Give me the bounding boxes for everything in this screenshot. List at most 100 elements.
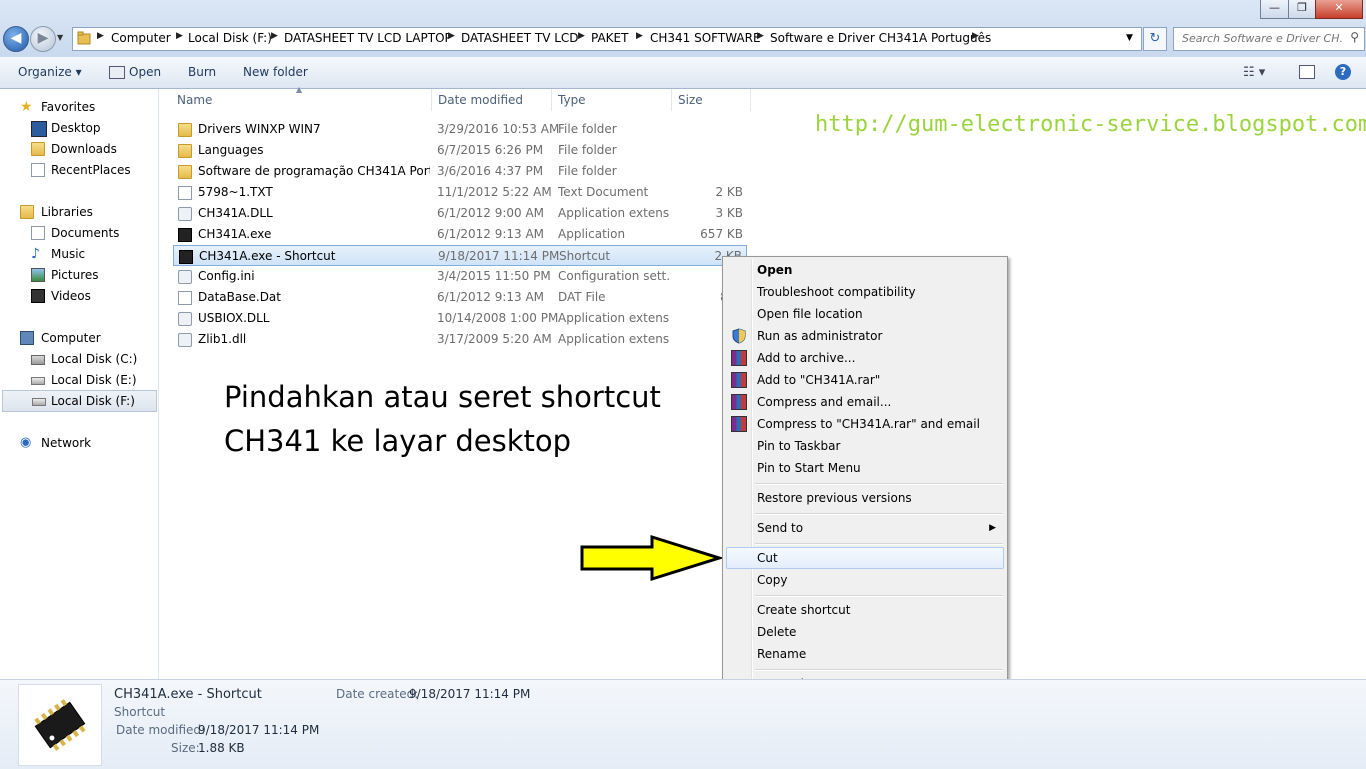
menu-send-to[interactable]: Send to ▶ (726, 517, 1004, 539)
details-size: 1.88 KB (198, 741, 245, 755)
winrar-icon (731, 394, 747, 410)
column-divider[interactable] (671, 89, 672, 111)
menu-troubleshoot[interactable]: Troubleshoot compatibility (726, 281, 1004, 303)
open-icon (109, 66, 125, 79)
preview-pane-icon[interactable] (1299, 65, 1315, 79)
file-row[interactable]: Software de programação CH341A Portu... … (173, 161, 747, 182)
breadcrumb-paket[interactable]: PAKET (591, 31, 628, 45)
menu-create-shortcut[interactable]: Create shortcut (726, 599, 1004, 621)
nav-pictures[interactable]: Pictures (0, 265, 156, 285)
breadcrumb-current-folder[interactable]: Software e Driver CH341A Português (770, 31, 991, 45)
search-icon: ⚲ (1350, 30, 1359, 44)
nav-favorites[interactable]: ★ Favorites (0, 97, 156, 117)
recent-locations-dropdown[interactable]: ▼ (57, 33, 63, 42)
file-row[interactable]: Languages 6/7/2015 6:26 PM File folder (173, 140, 747, 161)
menu-delete[interactable]: Delete (726, 621, 1004, 643)
close-button[interactable]: ✕ (1315, 0, 1363, 19)
open-button[interactable]: Open (129, 65, 161, 79)
nav-downloads[interactable]: Downloads (0, 139, 156, 159)
menu-compress-rar-email[interactable]: Compress to "CH341A.rar" and email (726, 413, 1004, 435)
nav-documents[interactable]: Documents (0, 223, 156, 243)
recent-places-icon (31, 163, 45, 177)
menu-rename[interactable]: Rename (726, 643, 1004, 665)
address-box[interactable]: ▶ Computer ▶ Local Disk (F:) ▶ DATASHEET… (72, 27, 1142, 51)
breadcrumb-datasheet-lcd[interactable]: DATASHEET TV LCD (461, 31, 579, 45)
nav-recentplaces[interactable]: RecentPlaces (0, 160, 156, 180)
file-type: Application extens... (558, 332, 670, 346)
file-row[interactable]: CH341A.exe 6/1/2012 9:13 AM Application … (173, 224, 747, 245)
nav-computer[interactable]: Computer (0, 328, 156, 348)
view-options-icon[interactable]: ☷ ▾ (1243, 65, 1265, 80)
breadcrumb-computer[interactable]: Computer (111, 31, 171, 45)
menu-separator (755, 543, 1003, 545)
breadcrumb-separator-icon: ▶ (972, 31, 979, 41)
dll-icon (178, 312, 192, 326)
address-dropdown-icon[interactable]: ▼ (1126, 33, 1133, 43)
chip-app-icon (178, 228, 192, 242)
new-folder-button[interactable]: New folder (243, 65, 308, 79)
file-row-selected[interactable]: CH341A.exe - Shortcut 9/18/2017 11:14 PM… (173, 245, 747, 266)
burn-button[interactable]: Burn (188, 65, 216, 79)
nav-label: Computer (41, 331, 101, 345)
menu-label: Open file location (757, 307, 863, 321)
breadcrumb-datasheet-laptop[interactable]: DATASHEET TV LCD LAPTOP (284, 31, 452, 45)
winrar-icon (731, 372, 747, 388)
breadcrumb-local-disk-f[interactable]: Local Disk (F:) (188, 31, 272, 45)
file-row[interactable]: DataBase.Dat 6/1/2012 9:13 AM DAT File 8… (173, 287, 747, 308)
file-thumbnail (18, 684, 102, 766)
file-name: CH341A.DLL (198, 206, 273, 220)
nav-local-disk-c[interactable]: Local Disk (C:) (0, 349, 156, 369)
refresh-button[interactable]: ↻ (1143, 27, 1167, 51)
nav-videos[interactable]: Videos (0, 286, 156, 306)
back-button[interactable]: ◀ (3, 26, 29, 52)
menu-label: Troubleshoot compatibility (757, 285, 916, 299)
file-row[interactable]: USBIOX.DLL 10/14/2008 1:00 PM Applicatio… (173, 308, 747, 329)
file-date: 3/17/2009 5:20 AM (437, 332, 552, 346)
menu-label: Create shortcut (757, 603, 851, 617)
file-row[interactable]: Drivers WINXP WIN7 3/29/2016 10:53 AM Fi… (173, 119, 747, 140)
search-box[interactable]: ⚲ (1173, 27, 1365, 51)
folder-icon (178, 144, 192, 158)
help-icon[interactable]: ? (1335, 64, 1351, 80)
menu-pin-taskbar[interactable]: Pin to Taskbar (726, 435, 1004, 457)
refresh-icon: ↻ (1149, 31, 1161, 46)
search-input[interactable] (1180, 31, 1344, 46)
column-divider[interactable] (551, 89, 552, 111)
column-type[interactable]: Type (558, 93, 586, 107)
menu-open-file-location[interactable]: Open file location (726, 303, 1004, 325)
column-name[interactable]: Name (177, 93, 212, 107)
menu-copy[interactable]: Copy (726, 569, 1004, 591)
nav-label: Local Disk (E:) (51, 373, 137, 387)
nav-network[interactable]: ◉ Network (0, 433, 156, 453)
minimize-button[interactable]: — (1260, 0, 1289, 19)
maximize-button[interactable]: ❐ (1288, 0, 1316, 19)
column-divider[interactable] (431, 89, 432, 111)
nav-local-disk-f[interactable]: Local Disk (F:) (2, 390, 157, 412)
menu-add-to-archive[interactable]: Add to archive... (726, 347, 1004, 369)
menu-run-as-admin[interactable]: Run as administrator (726, 325, 1004, 347)
nav-libraries[interactable]: Libraries (0, 202, 156, 222)
column-size[interactable]: Size (678, 93, 703, 107)
menu-add-to-rar[interactable]: Add to "CH341A.rar" (726, 369, 1004, 391)
nav-music[interactable]: ♪ Music (0, 244, 156, 264)
file-row[interactable]: Zlib1.dll 3/17/2009 5:20 AM Application … (173, 329, 747, 350)
menu-restore-versions[interactable]: Restore previous versions (726, 487, 1004, 509)
file-row[interactable]: Config.ini 3/4/2015 11:50 PM Configurati… (173, 266, 747, 287)
column-date-modified[interactable]: Date modified (438, 93, 523, 107)
menu-cut[interactable]: Cut (726, 547, 1004, 569)
nav-desktop[interactable]: Desktop (0, 118, 156, 138)
organize-button[interactable]: Organize ▾ (18, 65, 82, 79)
forward-button[interactable]: ▶ (30, 26, 56, 52)
menu-compress-email[interactable]: Compress and email... (726, 391, 1004, 413)
column-divider[interactable] (750, 89, 751, 111)
file-type: File folder (558, 164, 617, 178)
file-row[interactable]: CH341A.DLL 6/1/2012 9:00 AM Application … (173, 203, 747, 224)
menu-pin-start[interactable]: Pin to Start Menu (726, 457, 1004, 479)
drive-c-icon (31, 355, 45, 365)
file-type: Text Document (558, 185, 649, 199)
file-row[interactable]: 5798~1.TXT 11/1/2012 5:22 AM Text Docume… (173, 182, 747, 203)
menu-open[interactable]: Open (726, 259, 1004, 281)
breadcrumb-ch341-software[interactable]: CH341 SOFTWARE (650, 31, 761, 45)
nav-local-disk-e[interactable]: Local Disk (E:) (0, 370, 156, 390)
file-date: 10/14/2008 1:00 PM (437, 311, 559, 325)
